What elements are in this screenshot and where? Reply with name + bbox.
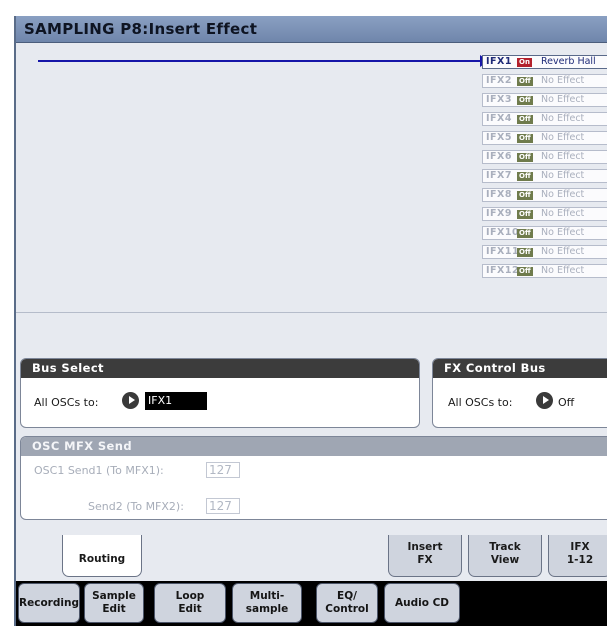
ifx-slot-onoff-switch[interactable]: Off xyxy=(517,191,533,200)
ifx-slot-effect: No Effect xyxy=(541,208,585,219)
ifx-slot-onoff-switch[interactable]: Off xyxy=(517,153,533,162)
ifx-slot-effect: No Effect xyxy=(541,75,585,86)
mode-tab-label: Sample xyxy=(92,590,136,602)
tab-ifx-1-12[interactable]: IFX 1-12 xyxy=(548,535,607,577)
tab-multisample[interactable]: Multi-sample xyxy=(232,583,302,623)
mode-tab-label: Audio CD xyxy=(394,597,449,609)
ifx-slot-onoff-switch[interactable]: Off xyxy=(517,172,533,181)
title-bar: SAMPLING P8:Insert Effect xyxy=(16,16,607,43)
ifx-slot-name: IFX7 xyxy=(486,170,512,181)
ifx-slot-onoff-switch[interactable]: Off xyxy=(517,267,533,276)
ifx-slot-onoff-switch[interactable]: Off xyxy=(517,96,533,105)
section-divider xyxy=(16,312,607,313)
bus-select-header: Bus Select xyxy=(21,359,419,378)
ifx-slot-onoff-switch[interactable]: Off xyxy=(517,115,533,124)
tab-loop-edit[interactable]: Loop Edit xyxy=(154,583,226,623)
tab-insert-fx[interactable]: Insert FX xyxy=(388,535,462,577)
bus-select-label: All OSCs to: xyxy=(34,396,99,409)
tab-routing[interactable]: Routing xyxy=(62,535,142,577)
ifx-slot-onoff-switch[interactable]: On xyxy=(517,58,532,67)
ifx-slot-name: IFX5 xyxy=(486,132,512,143)
ifx-slot-6[interactable]: IFX6 Off No Effect xyxy=(482,150,607,164)
ifx-slot-effect: No Effect xyxy=(541,151,585,162)
fx-control-bus-popup-arrow-icon[interactable] xyxy=(536,392,553,409)
ifx-slot-effect: Reverb Hall xyxy=(541,56,596,67)
ifx-slot-2[interactable]: IFX2 Off No Effect xyxy=(482,74,607,88)
ifx-slot-onoff-switch[interactable]: Off xyxy=(517,248,533,257)
fx-control-bus-header: FX Control Bus xyxy=(433,359,607,378)
ifx-slot-effect: No Effect xyxy=(541,189,585,200)
tab-sample-edit[interactable]: Sample Edit xyxy=(84,583,144,623)
ifx-slot-7[interactable]: IFX7 Off No Effect xyxy=(482,169,607,183)
ifx-slot-name: IFX10 xyxy=(486,227,520,238)
sampling-screen: SAMPLING P8:Insert Effect IFX1 On Reverb… xyxy=(14,16,607,626)
signal-route-line xyxy=(38,60,484,62)
tab-audio-cd[interactable]: Audio CD xyxy=(384,583,460,623)
tab-label: Routing xyxy=(78,553,126,565)
ifx-slot-name: IFX1 xyxy=(486,56,512,67)
tab-label: IFX xyxy=(570,541,590,553)
ifx-slot-name: IFX11 xyxy=(486,246,520,257)
fx-control-bus-value[interactable]: Off xyxy=(558,396,574,409)
mode-tab-label-line2: Edit xyxy=(102,603,126,615)
send2-value-field[interactable]: 127 xyxy=(206,498,240,514)
ifx-slot-effect: No Effect xyxy=(541,113,585,124)
page-title: SAMPLING P8:Insert Effect xyxy=(24,20,258,38)
tab-track-view[interactable]: Track View xyxy=(468,535,542,577)
ifx-slot-8[interactable]: IFX8 Off No Effect xyxy=(482,188,607,202)
mode-tab-label: Recording xyxy=(19,597,79,609)
send2-label: Send2 (To MFX2): xyxy=(88,500,184,513)
ifx-slot-effect: No Effect xyxy=(541,94,585,105)
tab-label-line2: View xyxy=(490,554,520,566)
ifx-slot-onoff-switch[interactable]: Off xyxy=(517,134,533,143)
mode-tab-label: Loop xyxy=(175,590,205,602)
ifx-slot-name: IFX4 xyxy=(486,113,512,124)
ifx-slot-onoff-switch[interactable]: Off xyxy=(517,77,533,86)
ifx-slot-onoff-switch[interactable]: Off xyxy=(517,210,533,219)
ifx-slot-12[interactable]: IFX12 Off No Effect xyxy=(482,264,607,278)
ifx-slot-name: IFX9 xyxy=(486,208,512,219)
ifx-slot-effect: No Effect xyxy=(541,246,585,257)
fx-control-bus-label: All OSCs to: xyxy=(448,396,513,409)
ifx-slot-effect: No Effect xyxy=(541,227,585,238)
mode-tab-label-line2: Control xyxy=(325,603,369,615)
send1-value-field[interactable]: 127 xyxy=(206,462,240,478)
bus-select-panel: Bus Select xyxy=(20,358,420,428)
ifx-slot-name: IFX8 xyxy=(486,189,512,200)
tab-eq-control[interactable]: EQ/Control xyxy=(316,583,378,623)
routing-diagram: IFX1 On Reverb Hall IFX2 Off No Effect I… xyxy=(20,46,607,330)
ifx-slot-effect: No Effect xyxy=(541,132,585,143)
fx-control-bus-panel: FX Control Bus xyxy=(432,358,607,428)
bus-select-value[interactable]: IFX1 xyxy=(145,392,207,410)
ifx-slot-4[interactable]: IFX4 Off No Effect xyxy=(482,112,607,126)
ifx-slot-effect: No Effect xyxy=(541,170,585,181)
ifx-slot-name: IFX3 xyxy=(486,94,512,105)
mode-tab-bar: Recording Sample Edit Loop Edit Multi-samp… xyxy=(16,581,607,626)
tab-label-line2: FX xyxy=(417,554,433,566)
ifx-slot-10[interactable]: IFX10 Off No Effect xyxy=(482,226,607,240)
tab-label: Insert xyxy=(407,541,443,553)
tab-label-line2: 1-12 xyxy=(566,554,594,566)
ifx-slot-1[interactable]: IFX1 On Reverb Hall xyxy=(482,55,607,69)
tab-recording[interactable]: Recording xyxy=(18,583,80,623)
mode-tab-label-line2: Edit xyxy=(178,603,202,615)
ifx-slot-onoff-switch[interactable]: Off xyxy=(517,229,533,238)
mode-tab-label: EQ/ xyxy=(337,590,357,602)
send1-label: OSC1 Send1 (To MFX1): xyxy=(34,464,164,477)
ifx-slot-effect: No Effect xyxy=(541,265,585,276)
ifx-slot-name: IFX6 xyxy=(486,151,512,162)
tab-label: Track xyxy=(489,541,521,553)
ifx-slot-11[interactable]: IFX11 Off No Effect xyxy=(482,245,607,259)
bus-select-popup-arrow-icon[interactable] xyxy=(122,392,139,409)
ifx-slot-3[interactable]: IFX3 Off No Effect xyxy=(482,93,607,107)
mode-tab-label: Multi- xyxy=(249,590,285,602)
osc-mfx-send-header: OSC MFX Send xyxy=(21,437,607,456)
ifx-slot-9[interactable]: IFX9 Off No Effect xyxy=(482,207,607,221)
mode-tab-label-line2: sample xyxy=(245,603,289,615)
ifx-slot-name: IFX12 xyxy=(486,265,520,276)
ifx-slot-5[interactable]: IFX5 Off No Effect xyxy=(482,131,607,145)
ifx-slot-name: IFX2 xyxy=(486,75,512,86)
